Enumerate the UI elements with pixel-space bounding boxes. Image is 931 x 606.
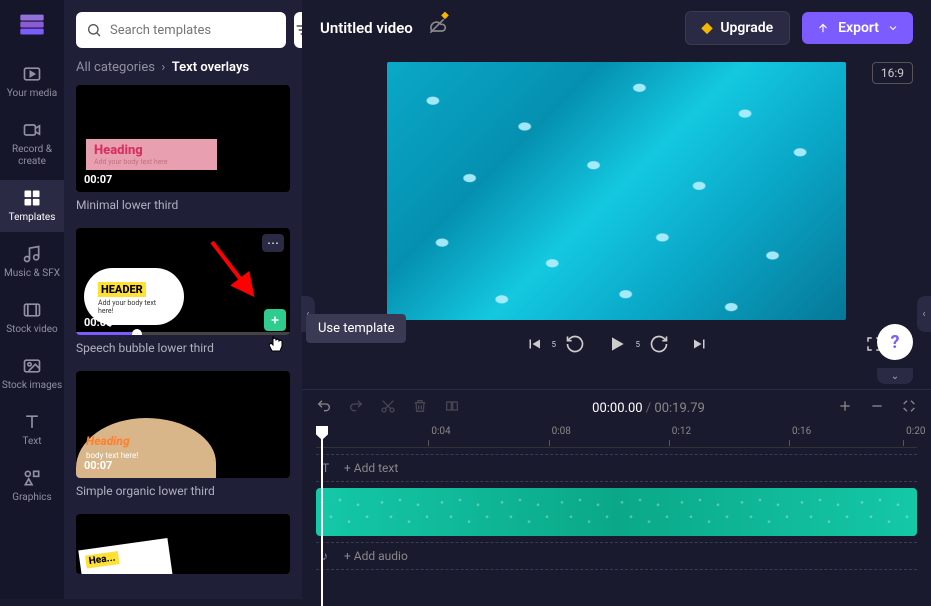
- play-button[interactable]: [607, 334, 627, 354]
- template-duration: 00:05: [84, 316, 112, 329]
- nav-label: Stock video: [6, 324, 58, 336]
- nav-label: Stock images: [2, 380, 62, 392]
- nav-label: Record & create: [0, 144, 64, 168]
- nav-text[interactable]: Text: [0, 404, 64, 456]
- preview-heading: HEADER: [98, 282, 146, 297]
- template-progress[interactable]: [76, 332, 290, 335]
- redo-button[interactable]: [348, 398, 364, 418]
- gem-icon: ◆: [441, 10, 449, 21]
- cut-button[interactable]: [380, 398, 396, 418]
- breadcrumb-current: Text overlays: [172, 60, 249, 75]
- template-card-speech-bubble: ⋯ HEADER Add your body text here! 00:05 …: [76, 228, 290, 355]
- breadcrumb-root[interactable]: All categories: [76, 60, 155, 75]
- fit-button[interactable]: [901, 398, 917, 418]
- timeline-area: 00:00.00 / 00:19.79 0:04 0:08 0:12 0:16 …: [302, 389, 931, 599]
- template-label: Simple organic lower third: [76, 484, 290, 498]
- rewind-5-button[interactable]: 5: [565, 334, 585, 354]
- plus-icon: [269, 314, 281, 326]
- template-duration: 00:07: [84, 459, 112, 472]
- timeline-playhead[interactable]: [316, 426, 328, 570]
- nav-stock-images[interactable]: Stock images: [0, 348, 64, 400]
- nav-label: Music & SFX: [4, 268, 60, 280]
- template-card-organic: Heading body text here! 00:07 Simple org…: [76, 371, 290, 498]
- skip-end-button[interactable]: [691, 335, 709, 353]
- template-duration: 00:07: [84, 173, 112, 186]
- nav-stock-video[interactable]: Stock video: [0, 292, 64, 344]
- nav-label: Your media: [7, 88, 57, 100]
- upload-icon: [816, 21, 830, 35]
- video-canvas[interactable]: [387, 62, 846, 320]
- template-thumbnail[interactable]: Heading Add your body text here 00:07: [76, 85, 290, 192]
- time-display: 00:00.00 / 00:19.79: [476, 401, 821, 416]
- video-clip[interactable]: [316, 488, 917, 536]
- player-controls: 5 5: [320, 320, 913, 368]
- template-card-partial: Hea...: [76, 514, 290, 574]
- export-label: Export: [838, 20, 879, 36]
- upgrade-button[interactable]: ◆ Upgrade: [685, 11, 791, 45]
- template-more-button[interactable]: ⋯: [262, 234, 284, 252]
- nav-record-create[interactable]: Record & create: [0, 112, 64, 176]
- annotation-arrow: [204, 234, 264, 304]
- nav-label: Templates: [9, 212, 56, 224]
- split-button[interactable]: [444, 398, 460, 418]
- nav-label: Graphics: [12, 492, 51, 504]
- filter-button[interactable]: [294, 12, 302, 48]
- template-thumbnail[interactable]: Hea...: [76, 514, 290, 574]
- nav-your-media[interactable]: Your media: [0, 56, 64, 108]
- add-audio-label: + Add audio: [344, 549, 408, 563]
- collapse-preview-button[interactable]: ⌄: [877, 368, 913, 384]
- project-title[interactable]: Untitled video: [320, 19, 413, 37]
- use-template-tooltip: Use template: [306, 314, 406, 343]
- text-track[interactable]: T + Add text: [316, 454, 917, 482]
- main-area: ‹ ‹ Untitled video ◆ ◆ Upgrade Export: [302, 0, 931, 599]
- forward-5-button[interactable]: 5: [649, 334, 669, 354]
- search-box[interactable]: [76, 12, 286, 48]
- template-card-minimal: Heading Add your body text here 00:07 Mi…: [76, 85, 290, 212]
- skip-start-button[interactable]: [525, 335, 543, 353]
- search-input[interactable]: [110, 23, 276, 38]
- top-bar: Untitled video ◆ ◆ Upgrade Export: [302, 0, 931, 56]
- template-add-button[interactable]: [264, 309, 286, 331]
- nav-graphics[interactable]: Graphics: [0, 460, 64, 512]
- template-thumbnail[interactable]: ⋯ HEADER Add your body text here! 00:05: [76, 228, 290, 335]
- nav-music-sfx[interactable]: Music & SFX: [0, 236, 64, 288]
- nav-templates[interactable]: Templates: [0, 180, 64, 232]
- nav-label: Text: [22, 436, 41, 448]
- timeline-ruler[interactable]: 0:04 0:08 0:12 0:16 0:20: [316, 426, 917, 448]
- aspect-ratio-button[interactable]: 16:9: [872, 62, 913, 84]
- filter-icon: [294, 22, 302, 38]
- preview-heading: Heading: [86, 434, 130, 448]
- zoom-in-button[interactable]: [837, 398, 853, 418]
- export-button[interactable]: Export: [802, 12, 913, 44]
- search-icon: [86, 22, 102, 38]
- chevron-down-icon: [887, 22, 899, 34]
- preview-body: Add your body text here!: [98, 299, 170, 315]
- zoom-out-button[interactable]: [869, 398, 885, 418]
- template-thumbnail[interactable]: Heading body text here! 00:07: [76, 371, 290, 478]
- add-text-label: + Add text: [344, 461, 398, 475]
- timeline-toolbar: 00:00.00 / 00:19.79: [316, 398, 917, 418]
- template-label: Speech bubble lower third: [76, 341, 290, 355]
- undo-button[interactable]: [316, 398, 332, 418]
- delete-button[interactable]: [412, 398, 428, 418]
- preview-heading: Heading: [94, 143, 167, 158]
- upgrade-label: Upgrade: [720, 20, 773, 36]
- breadcrumb: All categories › Text overlays: [76, 60, 290, 75]
- templates-panel: All categories › Text overlays Heading A…: [64, 0, 302, 599]
- preview-body: Add your body text here: [94, 158, 167, 166]
- help-button[interactable]: ?: [877, 324, 913, 360]
- collapse-panel-right-button[interactable]: ‹: [917, 296, 931, 332]
- audio-track[interactable]: ♪ + Add audio: [316, 542, 917, 570]
- icon-sidebar: Your media Record & create Templates Mus…: [0, 0, 64, 599]
- gem-icon: ◆: [702, 20, 713, 36]
- template-label: Minimal lower third: [76, 198, 290, 212]
- app-logo: [16, 8, 48, 40]
- sync-status-icon: ◆: [427, 16, 447, 40]
